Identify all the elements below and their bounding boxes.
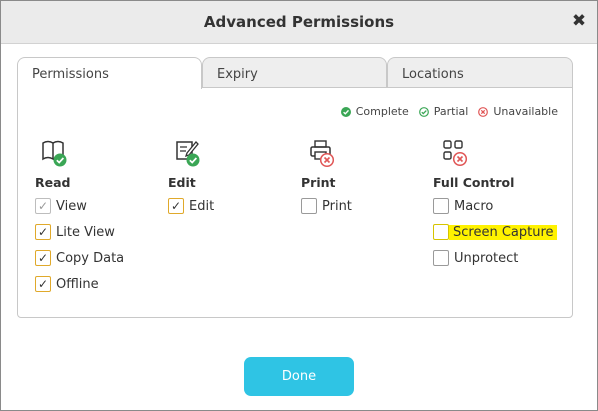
book-icon (41, 138, 69, 168)
lite-view-label: Lite View (56, 224, 115, 240)
read-heading: Read (35, 175, 71, 190)
print-column: Print Print (301, 138, 441, 215)
edit-heading: Edit (168, 175, 196, 190)
option-macro[interactable]: Macro (433, 197, 573, 215)
option-offline[interactable]: ✓ Offline (35, 275, 175, 293)
option-view[interactable]: ✓ View (35, 197, 175, 215)
option-edit[interactable]: ✓ Edit (168, 197, 308, 215)
print-checkbox[interactable] (301, 198, 317, 214)
tab-permissions[interactable]: Permissions (17, 57, 202, 89)
tab-locations[interactable]: Locations (387, 57, 573, 88)
legend-complete: Complete (340, 105, 409, 118)
legend-partial: Partial (418, 105, 469, 118)
done-button[interactable]: Done (244, 357, 354, 396)
full-control-column: Full Control Macro Screen Capture Unprot… (433, 138, 573, 267)
tab-expiry[interactable]: Expiry (202, 57, 387, 88)
unprotect-checkbox[interactable] (433, 250, 449, 266)
unavailable-status-icon (478, 106, 489, 117)
printer-icon (308, 138, 336, 168)
option-screen-capture[interactable]: Screen Capture (433, 223, 573, 241)
edit-icon (174, 138, 202, 168)
macro-checkbox[interactable] (433, 198, 449, 214)
option-print[interactable]: Print (301, 197, 441, 215)
print-heading: Print (301, 175, 336, 190)
read-column: Read ✓ View ✓ Lite View ✓ Copy Data ✓ Of… (35, 138, 175, 293)
screen-capture-checkbox[interactable] (433, 224, 449, 240)
dialog-titlebar: Advanced Permissions ✖ (1, 1, 597, 44)
dialog-title: Advanced Permissions (203, 13, 395, 31)
partial-status-icon (418, 106, 429, 117)
view-label: View (56, 198, 87, 214)
legend-unavailable-label: Unavailable (493, 105, 558, 118)
option-copy-data[interactable]: ✓ Copy Data (35, 249, 175, 267)
screen-capture-label: Screen Capture (449, 224, 557, 240)
offline-checkbox[interactable]: ✓ (35, 276, 51, 292)
full-control-heading: Full Control (433, 175, 515, 190)
copy-data-label: Copy Data (56, 250, 125, 266)
option-unprotect[interactable]: Unprotect (433, 249, 573, 267)
status-legend: Complete Partial Unavailable (331, 105, 558, 118)
edit-label: Edit (189, 198, 215, 214)
edit-column: Edit ✓ Edit (168, 138, 308, 215)
lite-view-checkbox[interactable]: ✓ (35, 224, 51, 240)
legend-partial-label: Partial (433, 105, 469, 118)
unprotect-label: Unprotect (454, 250, 519, 266)
print-label: Print (322, 198, 352, 214)
permissions-panel: Complete Partial Unavailable Read ✓ View… (17, 87, 573, 318)
option-lite-view[interactable]: ✓ Lite View (35, 223, 175, 241)
view-checkbox[interactable]: ✓ (35, 198, 51, 214)
macro-label: Macro (454, 198, 494, 214)
edit-checkbox[interactable]: ✓ (168, 198, 184, 214)
copy-data-checkbox[interactable]: ✓ (35, 250, 51, 266)
legend-unavailable: Unavailable (478, 105, 558, 118)
grid-icon (442, 138, 470, 168)
complete-status-icon (340, 106, 351, 117)
legend-complete-label: Complete (355, 105, 409, 118)
offline-label: Offline (56, 276, 99, 292)
close-icon[interactable]: ✖ (571, 12, 587, 30)
advanced-permissions-dialog: Advanced Permissions ✖ Permissions Expir… (0, 0, 598, 411)
